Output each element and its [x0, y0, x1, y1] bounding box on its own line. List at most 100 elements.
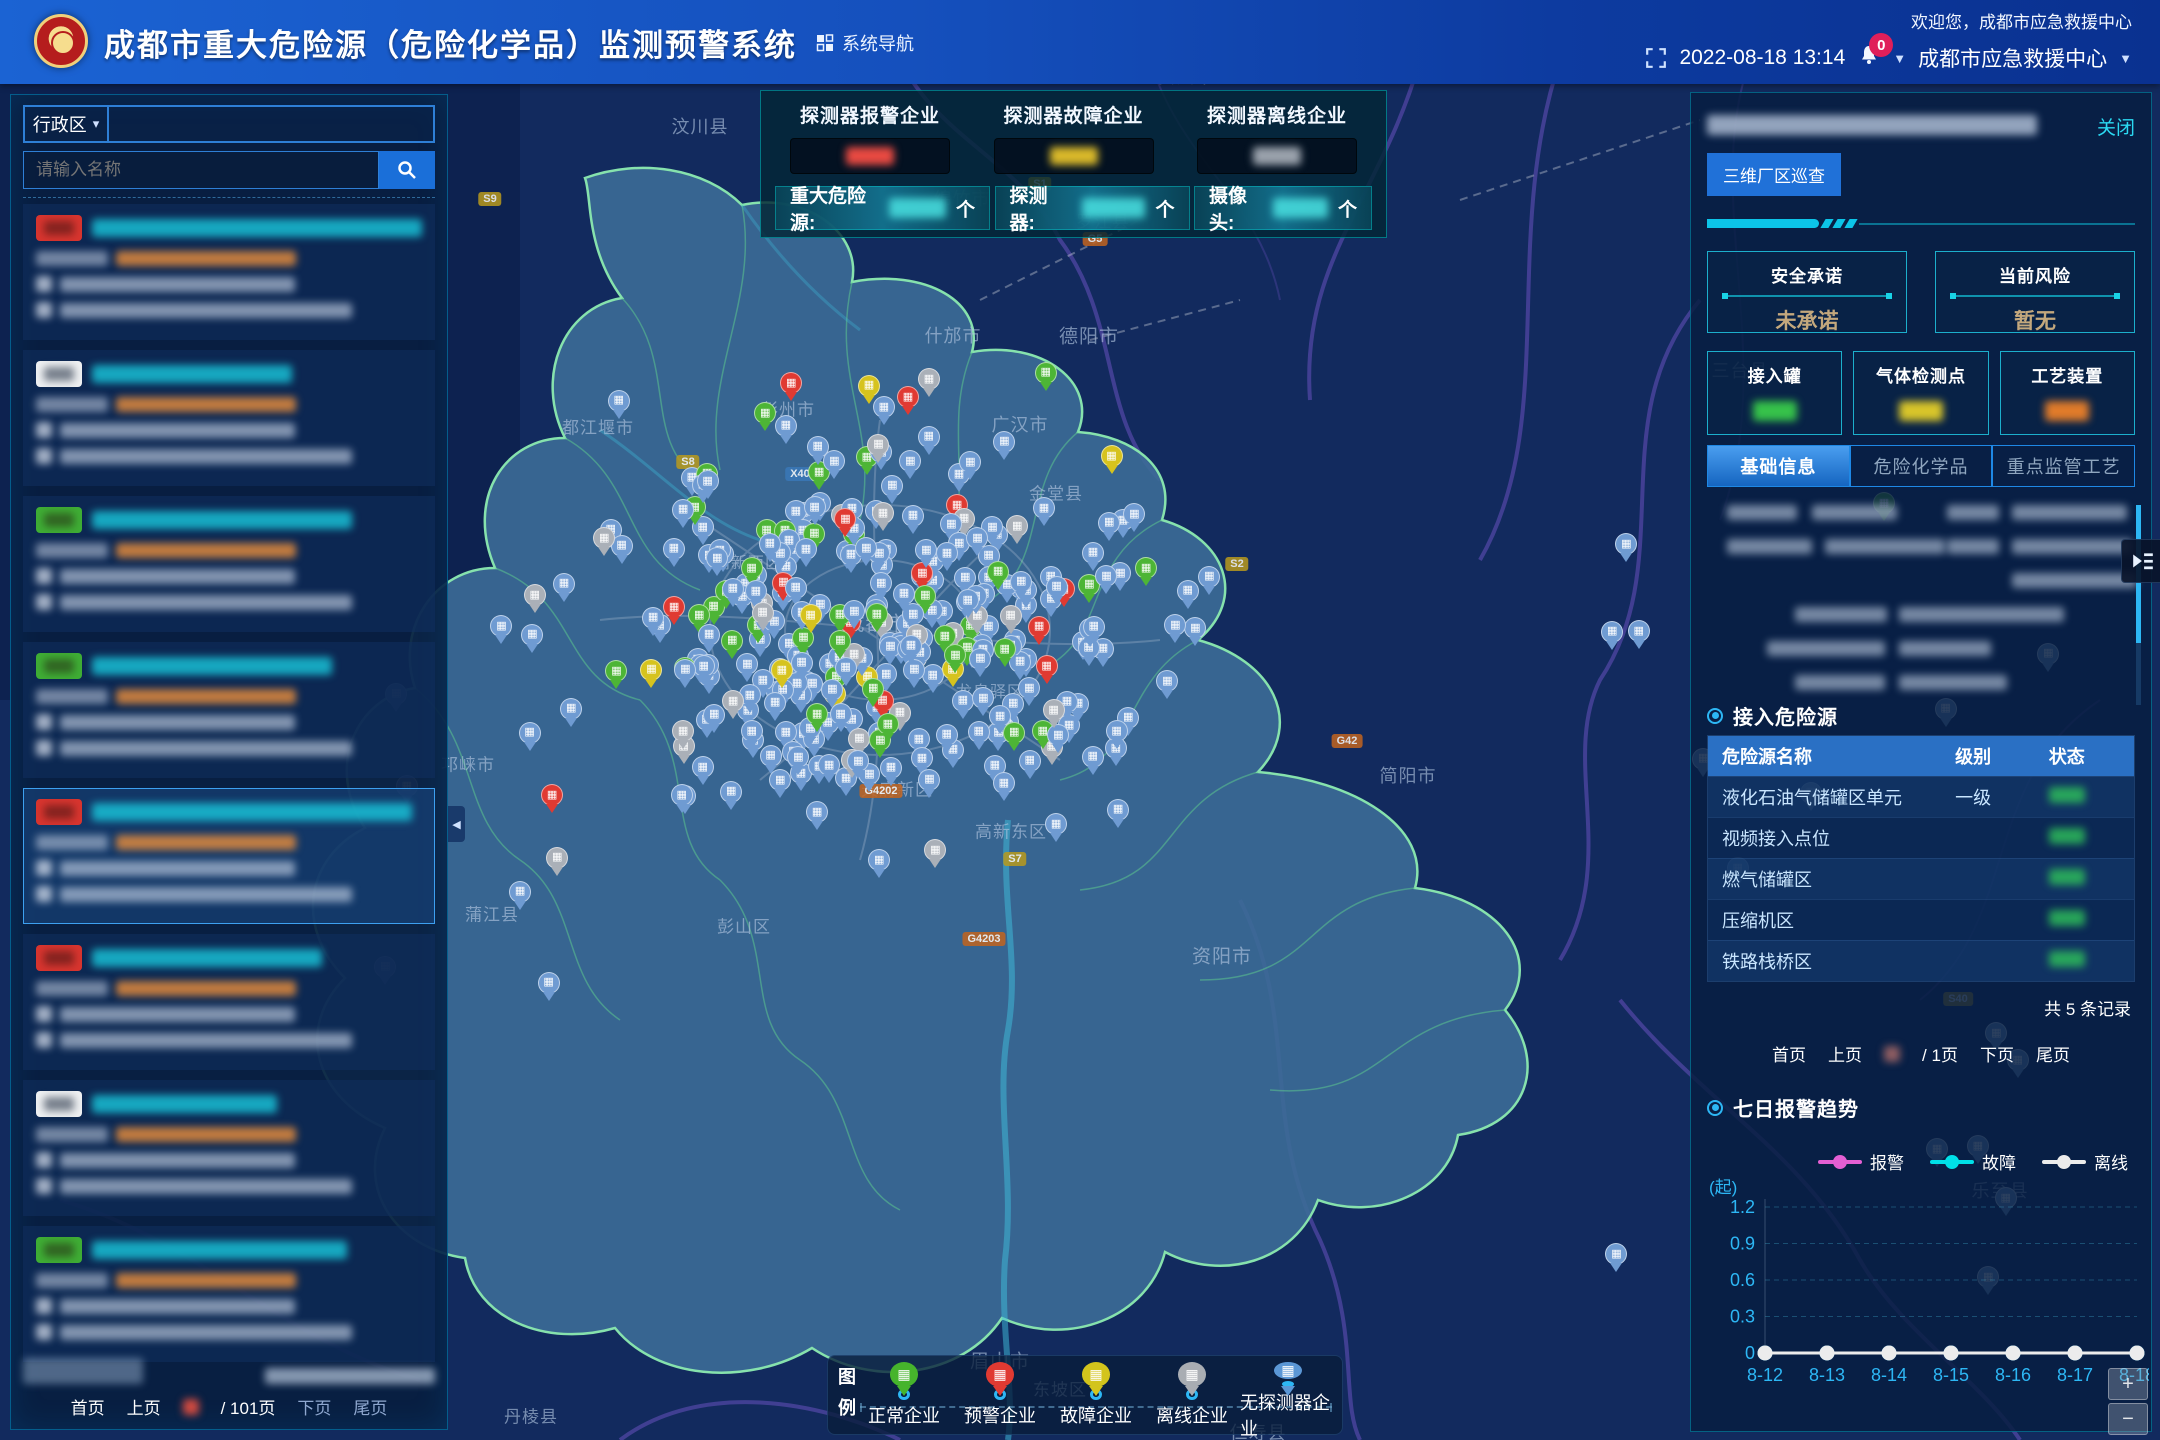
map-pin-yellow[interactable]: ▦ — [858, 375, 880, 397]
map-pin-blue[interactable]: ▦ — [1177, 580, 1199, 602]
company-list-item[interactable] — [23, 642, 435, 778]
map-pin-blue[interactable]: ▦ — [663, 538, 685, 560]
map-pin-blue[interactable]: ▦ — [759, 533, 781, 555]
map-pin-green[interactable]: ▦ — [806, 703, 828, 725]
map-pin-blue[interactable]: ▦ — [1106, 720, 1128, 742]
map-pin-blue[interactable]: ▦ — [693, 655, 715, 677]
map-pin-yellow[interactable]: ▦ — [1101, 445, 1123, 467]
notification-bell[interactable]: 0 — [1857, 43, 1881, 73]
zoom-in-button[interactable]: + — [2108, 1368, 2148, 1400]
pagination-first[interactable]: 首页 — [1772, 1041, 1806, 1066]
map-pin-blue[interactable]: ▦ — [671, 784, 693, 806]
map-pin-blue[interactable]: ▦ — [804, 496, 826, 518]
map-pin-gray[interactable]: ▦ — [1000, 605, 1022, 627]
map-pin-gray[interactable]: ▦ — [1043, 699, 1065, 721]
close-panel-button[interactable]: 关闭 — [2097, 113, 2135, 140]
map-pin-blue[interactable]: ▦ — [698, 624, 720, 646]
pagination-last[interactable]: 尾页 — [353, 1394, 387, 1419]
map-pin-blue[interactable]: ▦ — [1098, 512, 1120, 534]
table-row[interactable]: 液化石油气储罐区单元一级 — [1708, 776, 2134, 817]
map-pin-blue[interactable]: ▦ — [936, 724, 958, 746]
map-pin-blue[interactable]: ▦ — [642, 607, 664, 629]
pagination-first[interactable]: 首页 — [71, 1394, 105, 1419]
map-pin-blue[interactable]: ▦ — [672, 499, 694, 521]
map-pin-blue[interactable]: ▦ — [1628, 620, 1650, 642]
table-row[interactable]: 压缩机区 — [1708, 899, 2134, 940]
map-pin-blue[interactable]: ▦ — [1082, 746, 1104, 768]
system-nav-button[interactable]: 系统导航 — [816, 30, 914, 56]
map-pin-blue[interactable]: ▦ — [1107, 799, 1129, 821]
map-pin-blue[interactable]: ▦ — [1019, 750, 1041, 772]
map-pin-green[interactable]: ▦ — [1035, 362, 1057, 384]
table-row[interactable]: 视频接入点位 — [1708, 817, 2134, 858]
company-list-item[interactable] — [23, 934, 435, 1070]
map-pin-blue[interactable]: ▦ — [697, 470, 719, 492]
fullscreen-icon[interactable] — [1645, 47, 1667, 69]
search-button[interactable] — [379, 151, 435, 189]
map-pin-blue[interactable]: ▦ — [1601, 621, 1623, 643]
map-pin-blue[interactable]: ▦ — [791, 652, 813, 674]
map-pin-blue[interactable]: ▦ — [830, 703, 852, 725]
map-pin-gray[interactable]: ▦ — [546, 847, 568, 869]
chevron-down-icon[interactable]: ▼ — [1893, 51, 1906, 66]
map-pin-red[interactable]: ▦ — [1028, 616, 1050, 638]
company-list-item[interactable] — [23, 788, 435, 924]
map-pin-blue[interactable]: ▦ — [893, 583, 915, 605]
company-list-item[interactable] — [23, 204, 435, 340]
district-value-field[interactable] — [109, 105, 435, 143]
map-pin-blue[interactable]: ▦ — [519, 722, 541, 744]
chart-legend-item[interactable]: 故障 — [1930, 1149, 2016, 1174]
map-pin-red[interactable]: ▦ — [1036, 655, 1058, 677]
map-pin-blue[interactable]: ▦ — [775, 415, 797, 437]
map-pin-green[interactable]: ▦ — [987, 561, 1009, 583]
map-pin-blue[interactable]: ▦ — [968, 721, 990, 743]
chart-legend-item[interactable]: 离线 — [2042, 1149, 2128, 1174]
map-pin-green[interactable]: ▦ — [866, 603, 888, 625]
map-pin-blue[interactable]: ▦ — [918, 426, 940, 448]
map-pin-green[interactable]: ▦ — [877, 713, 899, 735]
table-row[interactable]: 燃气储罐区 — [1708, 858, 2134, 899]
map-pin-blue[interactable]: ▦ — [538, 972, 560, 994]
scrollbar[interactable] — [2136, 505, 2141, 705]
map-pin-blue[interactable]: ▦ — [674, 659, 696, 681]
map-pin-blue[interactable]: ▦ — [764, 692, 786, 714]
company-list-item[interactable] — [23, 350, 435, 486]
map-pin-blue[interactable]: ▦ — [900, 635, 922, 657]
tab-active[interactable]: 基础信息 — [1707, 445, 1850, 487]
chart-legend-item[interactable]: 报警 — [1818, 1149, 1904, 1174]
map-pin-blue[interactable]: ▦ — [521, 624, 543, 646]
map-pin-gray[interactable]: ▦ — [524, 584, 546, 606]
tab-inactive[interactable]: 危险化学品 — [1850, 445, 1993, 487]
pagination-last[interactable]: 尾页 — [2036, 1041, 2070, 1066]
map-pin-green[interactable]: ▦ — [994, 638, 1016, 660]
map-pin-blue[interactable]: ▦ — [760, 745, 782, 767]
plant-3d-tour-button[interactable]: 三维厂区巡查 — [1707, 153, 1841, 196]
pagination-next[interactable]: 下页 — [297, 1394, 331, 1419]
map-pin-gray[interactable]: ▦ — [752, 602, 774, 624]
map-pin-blue[interactable]: ▦ — [1010, 571, 1032, 593]
table-row[interactable]: 铁路栈桥区 — [1708, 940, 2134, 981]
map-pin-green[interactable]: ▦ — [741, 557, 763, 579]
map-pin-blue[interactable]: ▦ — [560, 698, 582, 720]
map-pin-blue[interactable]: ▦ — [553, 573, 575, 595]
pagination-prev[interactable]: 上页 — [127, 1394, 161, 1419]
map-pin-blue[interactable]: ▦ — [1083, 616, 1105, 638]
search-input[interactable] — [23, 151, 379, 189]
map-pin-blue[interactable]: ▦ — [703, 704, 725, 726]
pagination-prev[interactable]: 上页 — [1828, 1041, 1862, 1066]
map-pin-blue[interactable]: ▦ — [692, 756, 714, 778]
map-pin-blue[interactable]: ▦ — [873, 396, 895, 418]
map-pin-green[interactable]: ▦ — [1003, 722, 1025, 744]
map-pin-blue[interactable]: ▦ — [509, 881, 531, 903]
map-pin-blue[interactable]: ▦ — [957, 589, 979, 611]
map-pin-yellow[interactable]: ▦ — [800, 604, 822, 626]
map-pin-blue[interactable]: ▦ — [969, 648, 991, 670]
pagination-next[interactable]: 下页 — [1980, 1041, 2014, 1066]
map-pin-green[interactable]: ▦ — [721, 630, 743, 652]
map-pin-blue[interactable]: ▦ — [1046, 576, 1068, 598]
company-list-item[interactable] — [23, 1080, 435, 1216]
zoom-out-button[interactable]: − — [2108, 1403, 2148, 1435]
map-pin-blue[interactable]: ▦ — [881, 475, 903, 497]
sidebar-collapse-handle[interactable]: ◀ — [448, 806, 465, 842]
org-name[interactable]: 成都市应急救援中心 — [1918, 43, 2107, 73]
